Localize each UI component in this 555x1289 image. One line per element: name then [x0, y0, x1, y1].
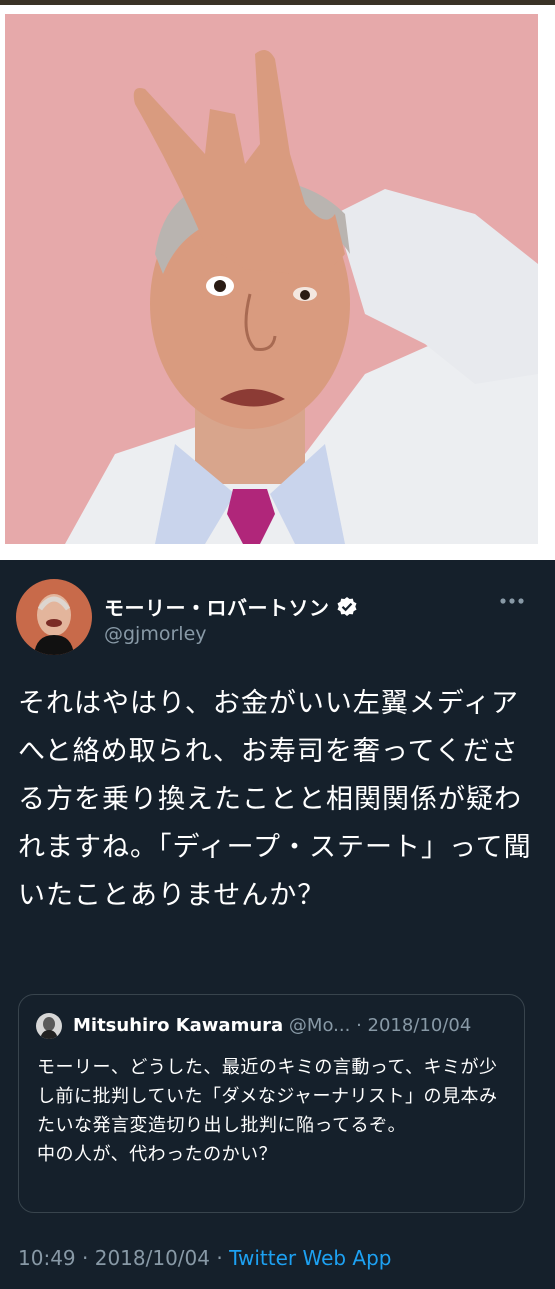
- tweet-source-app[interactable]: Twitter Web App: [229, 1246, 391, 1270]
- quoted-tweet-header: Mitsuhiro Kawamura @Mo... · 2018/10/04: [73, 1015, 471, 1036]
- quoted-date[interactable]: 2018/10/04: [368, 1015, 472, 1036]
- quoted-author-avatar[interactable]: [36, 1013, 62, 1039]
- tweet-card: モーリー・ロバートソン @gjmorley それはやはり、お金がいい左翼メディア…: [0, 560, 555, 1289]
- author-avatar[interactable]: [16, 579, 92, 655]
- attached-photo[interactable]: [5, 14, 538, 544]
- tweet-date[interactable]: 2018/10/04: [95, 1246, 210, 1270]
- author-name-row[interactable]: モーリー・ロバートソン: [104, 592, 358, 621]
- quoted-tweet[interactable]: Mitsuhiro Kawamura @Mo... · 2018/10/04 モ…: [18, 994, 525, 1213]
- verified-badge-icon: [337, 596, 356, 616]
- quoted-tweet-text: モーリー、どうした、最近のキミの言動って、キミが少し前に批判していた「ダメなジャ…: [37, 1057, 498, 1165]
- more-options-icon[interactable]: [498, 594, 526, 608]
- author-display-name[interactable]: モーリー・ロバートソン: [104, 592, 330, 621]
- tweet-text: それはやはり、お金がいい左翼メディアへと絡め取られ、お寿司を奢ってくださる方を乗…: [18, 688, 532, 911]
- author-handle[interactable]: @gjmorley: [104, 623, 207, 645]
- photo-container: [0, 5, 555, 560]
- quoted-author-handle[interactable]: @Mo...: [289, 1015, 350, 1036]
- quoted-avatar-image: [36, 1013, 62, 1039]
- avatar-image: [16, 579, 92, 655]
- meta-separator-2: ·: [216, 1246, 223, 1270]
- photo-illustration: [5, 14, 538, 544]
- meta-separator-1: ·: [82, 1246, 89, 1270]
- tweet-metadata: 10:49 · 2018/10/04 · Twitter Web App: [18, 1246, 392, 1270]
- tweet-time[interactable]: 10:49: [18, 1246, 76, 1270]
- quoted-author-name[interactable]: Mitsuhiro Kawamura: [73, 1015, 283, 1036]
- quoted-separator: ·: [356, 1015, 362, 1036]
